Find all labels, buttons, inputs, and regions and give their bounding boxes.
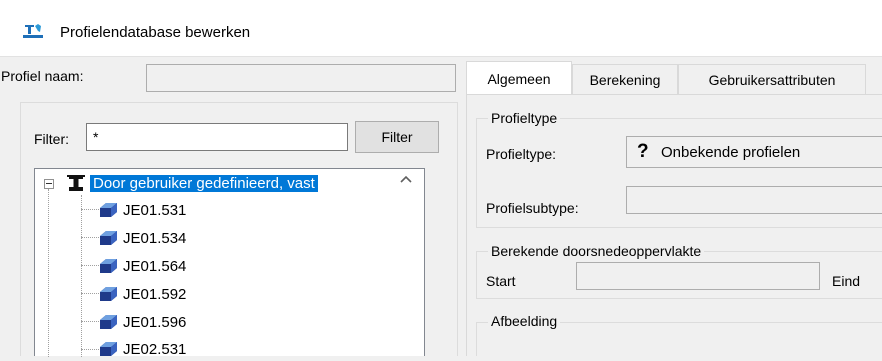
start-field[interactable] <box>576 262 820 290</box>
profilesubtype-label: Profielsubtype: <box>486 200 579 216</box>
filter-input[interactable] <box>86 123 348 151</box>
tab-strip: Algemeen Berekening Gebruikersattributen <box>466 61 882 94</box>
tree-root-label: Door gebruiker gedefinieerd, vast <box>90 174 318 192</box>
question-mark-icon: ? <box>637 141 649 162</box>
filter-button[interactable]: Filter <box>355 121 439 153</box>
tree-item[interactable]: JE01.531 <box>97 198 186 222</box>
profiletype-label: Profieltype: <box>486 146 557 162</box>
profile-name-label: Profiel naam: <box>1 68 84 84</box>
tab-berekening[interactable]: Berekening <box>572 64 678 94</box>
profile-database-icon <box>23 24 43 38</box>
collapse-toggle-icon[interactable] <box>44 179 54 189</box>
tab-gebruikersattributen[interactable]: Gebruikersattributen <box>678 64 866 94</box>
window-title: Profielendatabase bewerken <box>60 24 251 41</box>
area-group-title: Berekende doorsnedeoppervlakte <box>488 243 705 259</box>
title-bar: Profielendatabase bewerken <box>0 0 882 56</box>
profiletype-select[interactable]: ? Onbekende profielen <box>626 136 882 168</box>
profile-shape-icon <box>100 287 117 301</box>
profile-shape-icon <box>100 342 117 356</box>
tree-item[interactable]: JE01.596 <box>97 310 186 334</box>
tree-item-label: JE01.596 <box>123 313 187 331</box>
tree-item[interactable]: JE02.531 <box>97 337 186 361</box>
profile-shape-icon <box>100 203 117 217</box>
scroll-up-icon[interactable] <box>398 174 414 186</box>
tree-item-label: JE02.531 <box>123 340 187 358</box>
tree-item[interactable]: JE01.534 <box>97 226 186 250</box>
i-beam-icon <box>67 175 85 191</box>
tree-item-label: JE01.534 <box>123 229 187 247</box>
filter-label: Filter: <box>34 131 69 147</box>
tree-guide-line <box>48 189 49 357</box>
start-label: Start <box>486 273 516 289</box>
title-divider <box>0 56 882 57</box>
end-label: Eind <box>832 273 861 289</box>
tree-item[interactable]: JE01.564 <box>97 254 186 278</box>
image-group-title: Afbeelding <box>488 313 561 329</box>
profiletype-value: Onbekende profielen <box>661 144 801 161</box>
tree-item-label: JE01.564 <box>123 257 187 275</box>
profiletype-group-title: Profieltype <box>488 110 561 126</box>
profile-shape-icon <box>100 259 117 273</box>
profile-tree[interactable]: Door gebruiker gedefinieerd, vast JE01.5… <box>34 168 425 358</box>
profile-shape-icon <box>100 315 117 329</box>
tab-algemeen[interactable]: Algemeen <box>466 61 572 94</box>
profile-shape-icon <box>100 231 117 245</box>
tree-root-node[interactable]: Door gebruiker gedefinieerd, vast <box>65 171 318 195</box>
tree-guide-line <box>81 195 82 357</box>
tree-item-label: JE01.592 <box>123 285 187 303</box>
tree-item[interactable]: JE01.592 <box>97 282 186 306</box>
profilesubtype-select[interactable] <box>626 186 882 214</box>
profile-name-field[interactable] <box>146 64 456 92</box>
tree-item-label: JE01.531 <box>123 201 187 219</box>
